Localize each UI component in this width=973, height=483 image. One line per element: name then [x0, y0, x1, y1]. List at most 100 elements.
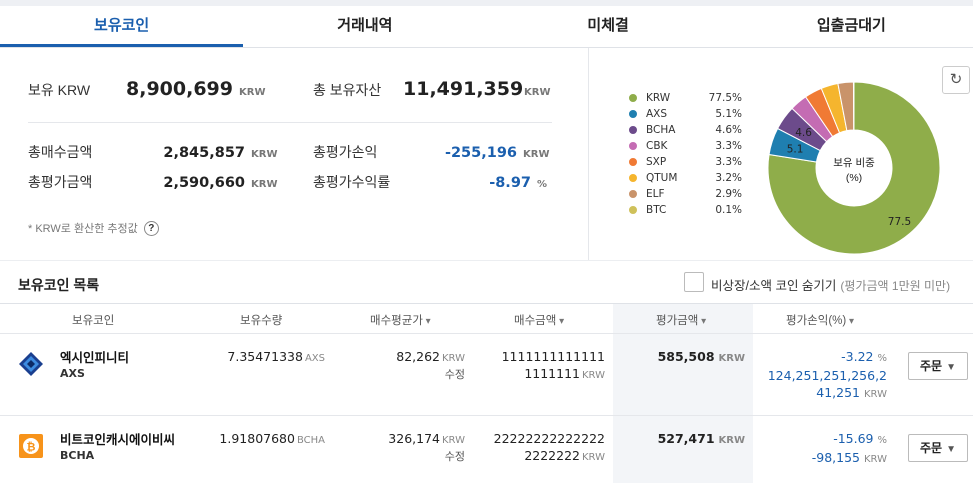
- tab-holdings[interactable]: 보유코인: [0, 6, 244, 47]
- rate-row: 총평가수익률 -8.97 %: [313, 172, 547, 192]
- avg-price: 82,262 KRW: [396, 349, 465, 364]
- avg-unit: KRW: [442, 435, 465, 446]
- col-eval-amount[interactable]: 평가금액: [656, 312, 706, 328]
- col-profit-loss[interactable]: 평가손익(%): [786, 312, 854, 328]
- asset-summary: 보유 KRW 8,900,699 KRW 총 보유자산 11,491,359 K…: [0, 48, 588, 260]
- order-label: 주문: [920, 359, 943, 373]
- chevron-down-icon: ▼: [946, 444, 956, 455]
- legend-item-qtum: QTUM 3.2%: [629, 170, 742, 186]
- order-button[interactable]: 주문 ▼: [908, 434, 968, 462]
- pl-unit: KRW: [523, 149, 550, 160]
- pl-amount-unit: KRW: [864, 454, 887, 465]
- avg-unit: KRW: [442, 353, 465, 364]
- col-coin: 보유코인: [72, 315, 115, 327]
- legend-item-bcha: BCHA 4.6%: [629, 122, 742, 138]
- eval-unit: KRW: [718, 435, 745, 446]
- eval-unit: KRW: [718, 353, 745, 364]
- legend-percent: 3.3%: [715, 140, 742, 152]
- axs-coin-icon: [19, 352, 43, 376]
- table-row: 엑시인피니티 AXS 7.35471338 AXS 82,262 KRW 수정 11…: [0, 334, 973, 416]
- eval-amount-label: 총평가금액: [28, 174, 93, 190]
- qty-value: 7.35471338: [227, 349, 303, 364]
- total-asset-row: 총 보유자산 11,491,359 KRW: [313, 78, 550, 100]
- tab-bar: 보유코인 거래내역 미체결 입출금대기: [0, 6, 973, 48]
- eval-value: 585,508: [657, 349, 715, 364]
- rate-label: 총평가수익률: [313, 174, 391, 190]
- krw-value: 8,900,699: [126, 78, 233, 100]
- pl-amount-line1: -98,155: [811, 450, 860, 465]
- coin-name[interactable]: 엑시인피니티: [60, 347, 129, 366]
- hide-small-coins-text: 비상장/소액 코인 숨기기: [711, 279, 837, 293]
- pl-amount-line1: 124,251,251,256,2: [767, 368, 887, 383]
- tab-unfilled[interactable]: 미체결: [487, 6, 730, 47]
- legend-label: BCHA: [646, 124, 676, 136]
- hide-small-coins-checkbox[interactable]: [684, 272, 704, 292]
- total-asset-label: 총 보유자산: [313, 82, 382, 98]
- buy-amount: 1111111111111 1111111 KRW: [502, 348, 605, 384]
- legend-swatch: [629, 142, 637, 150]
- col-buy-amount[interactable]: 매수금액: [514, 312, 564, 328]
- avg-value: 82,262: [396, 349, 440, 364]
- legend-item-krw: KRW 77.5%: [629, 90, 742, 106]
- refresh-button[interactable]: ↻: [942, 66, 970, 94]
- legend-swatch: [629, 110, 637, 118]
- legend-label: AXS: [646, 108, 668, 120]
- total-asset-value: 11,491,359: [403, 78, 524, 100]
- help-icon[interactable]: ?: [143, 220, 159, 236]
- profit-loss: -3.22% 124,251,251,256,2 41,251 KRW: [768, 348, 887, 403]
- buy-amount-unit: KRW: [582, 370, 605, 381]
- eval-amount-unit: KRW: [251, 179, 278, 190]
- legend-item-btc: BTC 0.1%: [629, 202, 742, 218]
- edit-avg-link[interactable]: 수정: [445, 448, 465, 464]
- avg-value: 326,174: [388, 431, 440, 446]
- buy-amount-value: 2,845,857: [163, 145, 245, 161]
- column-headers: 보유코인 보유수량 매수평균가 매수금액 평가금액 평가손익(%): [0, 304, 973, 334]
- svg-text:₿: ₿: [27, 441, 36, 454]
- pl-value: -255,196: [444, 145, 517, 161]
- pie-data-label: 4.6: [795, 127, 812, 139]
- tab-deposit-pending[interactable]: 입출금대기: [730, 6, 973, 47]
- legend-item-axs: AXS 5.1%: [629, 106, 742, 122]
- holdings-list-title: 보유코인 목록: [18, 277, 100, 293]
- refresh-icon: ↻: [949, 71, 963, 88]
- legend-percent: 77.5%: [708, 92, 742, 104]
- legend-percent: 3.2%: [715, 172, 742, 184]
- col-avg-price[interactable]: 매수평균가: [370, 312, 431, 328]
- order-label: 주문: [920, 441, 943, 455]
- coin-name[interactable]: 비트코인캐시에이비씨: [60, 429, 175, 448]
- legend-swatch: [629, 158, 637, 166]
- bcha-coin-icon: ₿: [19, 434, 43, 458]
- qty-unit: AXS: [304, 353, 325, 364]
- legend-item-cbk: CBK 3.3%: [629, 138, 742, 154]
- coin-code: AXS: [60, 367, 85, 380]
- eval-amount: 527,471 KRW: [658, 431, 745, 446]
- eval-amount-value: 2,590,660: [163, 175, 245, 191]
- eval-value: 527,471: [657, 431, 715, 446]
- legend-label: SXP: [646, 156, 667, 168]
- chevron-down-icon: ▼: [946, 362, 956, 373]
- holding-qty: 1.91807680 BCHA: [219, 431, 325, 446]
- legend-item-elf: ELF 2.9%: [629, 186, 742, 202]
- pie-data-label: 5.1: [787, 144, 804, 156]
- pl-rate: -3.22: [841, 349, 874, 364]
- tab-history[interactable]: 거래내역: [243, 6, 486, 47]
- order-button[interactable]: 주문 ▼: [908, 352, 968, 380]
- buy-amount-unit: KRW: [251, 149, 278, 160]
- estimate-note: * KRW로 환산한 추정값 ?: [28, 220, 159, 236]
- hide-small-coins-label[interactable]: 비상장/소액 코인 숨기기 (평가금액 1만원 미만): [711, 275, 950, 294]
- holding-ratio-pie-chart: 77.5 5.1 4.6 보유 비중 (%): [767, 81, 941, 255]
- legend-percent: 5.1%: [715, 108, 742, 120]
- legend-swatch: [629, 206, 637, 214]
- edit-avg-link[interactable]: 수정: [445, 366, 465, 382]
- rate-value: -8.97: [489, 175, 531, 191]
- krw-label: 보유 KRW: [28, 82, 91, 98]
- buy-amount-line1: 22222222222222: [493, 431, 605, 446]
- legend-percent: 3.3%: [715, 156, 742, 168]
- eval-amount-row: 총평가금액 2,590,660 KRW: [28, 172, 277, 192]
- avg-price: 326,174 KRW: [388, 431, 465, 446]
- legend-label: ELF: [646, 188, 665, 200]
- krw-row: 보유 KRW 8,900,699 KRW: [28, 78, 265, 100]
- holdings-list-header: 보유코인 목록 비상장/소액 코인 숨기기 (평가금액 1만원 미만): [0, 260, 973, 304]
- pie-center-label: 보유 비중: [833, 157, 875, 169]
- buy-amount-unit: KRW: [582, 452, 605, 463]
